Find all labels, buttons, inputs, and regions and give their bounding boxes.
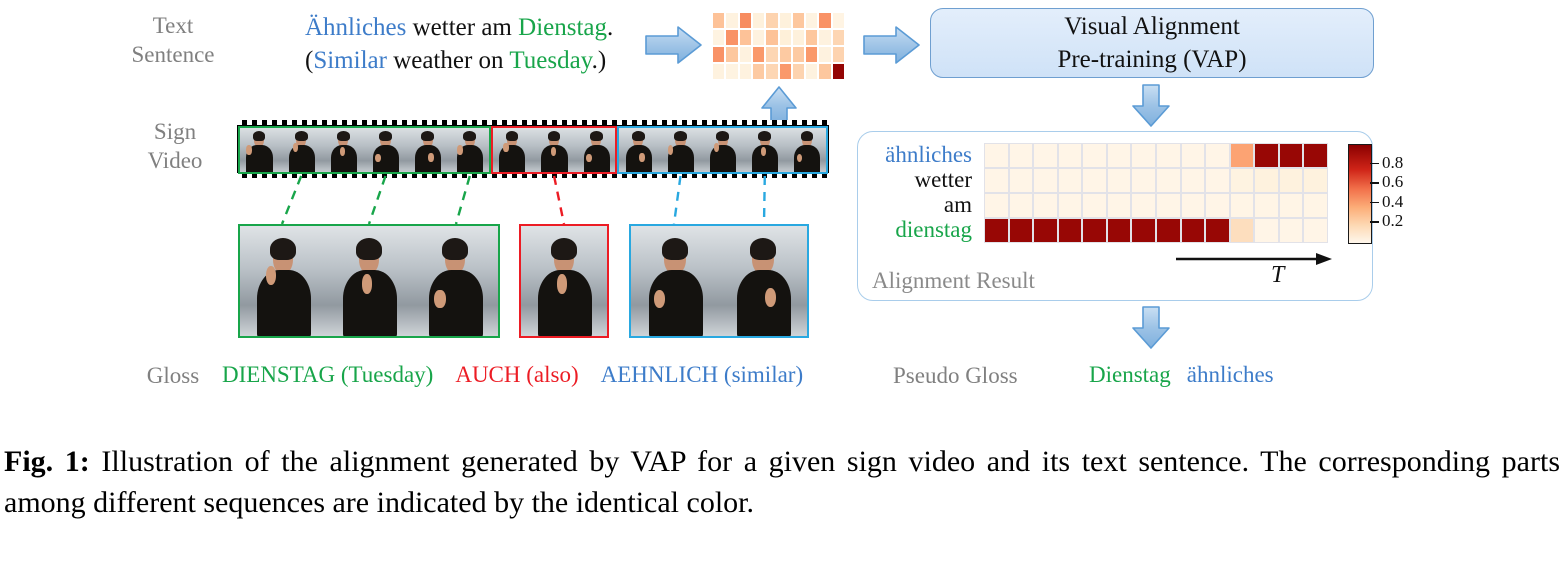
- zoom-group-green: [238, 224, 500, 338]
- zoom-frame: [719, 226, 807, 336]
- signer-hair: [356, 238, 382, 261]
- signer-hair: [661, 238, 689, 261]
- gloss-row: DIENSTAG (Tuesday) AUCH (also) AEHNLICH (s…: [222, 362, 825, 388]
- caption-body: Illustration of the alignment generated …: [4, 445, 1560, 519]
- pseudo-gloss-row: Dienstag ähnliches: [1089, 362, 1290, 388]
- figure-root: Text Sentence Ähnliches wetter am Dienst…: [0, 0, 1563, 588]
- zoom-frame: [412, 226, 498, 336]
- zoom-group-blue: [629, 224, 809, 338]
- signer-hand: [265, 265, 277, 286]
- pseudo-gloss-item: Dienstag: [1089, 362, 1171, 387]
- caption-prefix: Fig. 1:: [4, 445, 90, 478]
- zoom-group-red: [519, 224, 609, 338]
- zoom-frame: [240, 226, 326, 336]
- dash-blue-0: [672, 175, 682, 225]
- zoom-frame: [631, 226, 719, 336]
- gloss-item: AUCH (also): [455, 362, 579, 387]
- signer-body: [257, 270, 311, 336]
- signer-hair: [551, 238, 577, 261]
- dash-red-0: [552, 175, 566, 225]
- signer-hand: [434, 289, 446, 309]
- figure-caption: Fig. 1: Illustration of the alignment ge…: [4, 441, 1560, 523]
- zoom-frame: [326, 226, 412, 336]
- gloss-item: AEHNLICH (similar): [600, 362, 804, 387]
- signer-hair: [749, 238, 777, 261]
- dash-green-2: [454, 175, 471, 225]
- dash-green-0: [280, 175, 303, 225]
- gloss-label: Gloss: [146, 363, 200, 388]
- gloss-item: DIENSTAG (Tuesday): [222, 362, 434, 387]
- signer-body: [736, 270, 792, 336]
- signer-hair: [270, 238, 296, 261]
- dash-green-1: [367, 175, 387, 225]
- pseudo-gloss-label: Pseudo Gloss: [893, 363, 1018, 388]
- dash-blue-1: [762, 175, 766, 225]
- signer-hair: [442, 238, 468, 261]
- zoom-frame: [521, 226, 607, 336]
- pseudo-gloss-item: ähnliches: [1186, 362, 1274, 387]
